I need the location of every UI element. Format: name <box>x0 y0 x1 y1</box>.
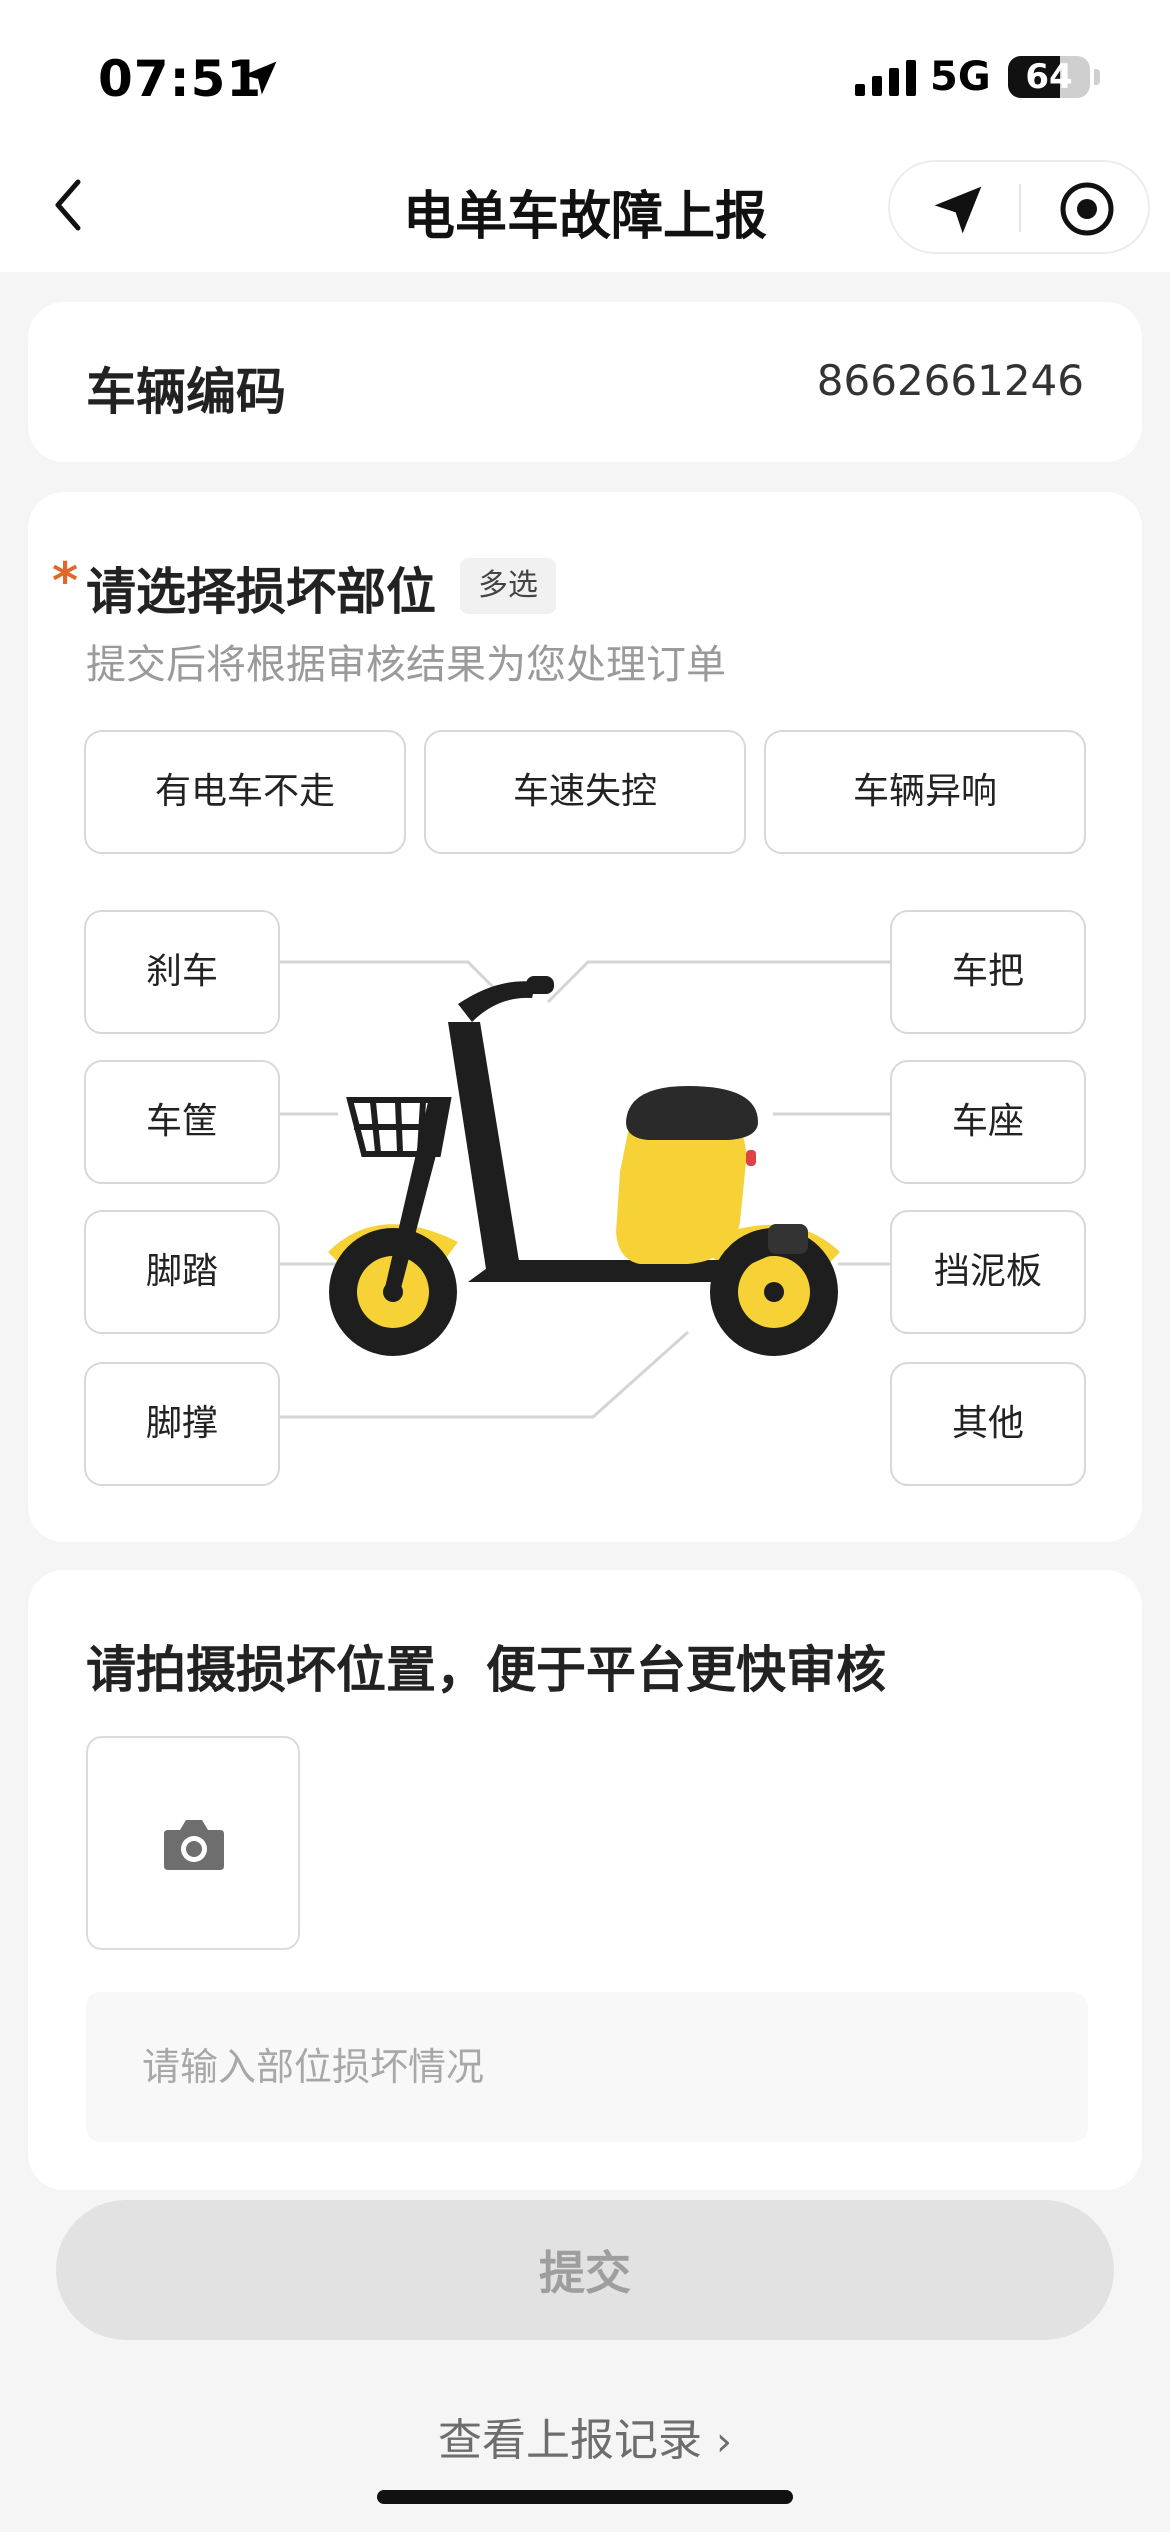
battery-level: 64 <box>1025 57 1073 97</box>
capsule-divider <box>1019 184 1021 232</box>
damage-section-title: 请选择损坏部位 <box>86 563 436 621</box>
vehicle-code-card: 车辆编码 8662661246 <box>28 302 1142 462</box>
photo-upload-button[interactable] <box>86 1736 300 1950</box>
vehicle-code-label: 车辆编码 <box>86 363 286 421</box>
view-records-label: 查看上报记录 <box>438 2415 702 2466</box>
option-speed-out-of-control[interactable]: 车速失控 <box>424 730 746 854</box>
camera-icon <box>164 1820 224 1870</box>
part-handlebar[interactable]: 车把 <box>890 910 1086 1034</box>
part-kickstand[interactable]: 脚撑 <box>84 1362 280 1486</box>
vehicle-code-value: 8662661246 <box>816 356 1084 405</box>
part-other[interactable]: 其他 <box>890 1362 1086 1486</box>
battery-icon: 64 <box>1008 56 1090 98</box>
part-footrest[interactable]: 脚踏 <box>84 1210 280 1334</box>
option-no-movement[interactable]: 有电车不走 <box>84 730 406 854</box>
view-records-link[interactable]: 查看上报记录 › <box>0 2404 1170 2468</box>
scooter-illustration <box>328 976 840 1356</box>
option-abnormal-noise[interactable]: 车辆异响 <box>764 730 1086 854</box>
part-mudguard[interactable]: 挡泥板 <box>890 1210 1086 1334</box>
damage-section-hint: 提交后将根据审核结果为您处理订单 <box>86 642 726 688</box>
home-indicator <box>377 2490 793 2504</box>
navigation-arrow-icon[interactable] <box>930 182 986 238</box>
chevron-right-icon: › <box>716 2419 732 2465</box>
part-seat[interactable]: 车座 <box>890 1060 1086 1184</box>
location-arrow-icon <box>243 61 277 95</box>
target-record-icon[interactable] <box>1058 180 1116 238</box>
part-basket[interactable]: 车筐 <box>84 1060 280 1184</box>
photo-card: 请拍摄损坏位置，便于平台更快审核 <box>28 1570 1142 2190</box>
part-brake[interactable]: 刹车 <box>84 910 280 1034</box>
damage-description-input[interactable] <box>86 1992 1088 2142</box>
mini-program-capsule <box>888 160 1150 254</box>
required-star: * <box>52 552 79 610</box>
signal-bars-icon <box>855 60 916 96</box>
photo-section-title: 请拍摄损坏位置，便于平台更快审核 <box>86 1641 886 1699</box>
battery-nub <box>1094 69 1100 85</box>
multi-select-tag: 多选 <box>460 558 556 614</box>
top-bar: 07:51 5G 64 电单车故障上报 <box>0 0 1170 272</box>
damage-parts-card: * 请选择损坏部位 多选 提交后将根据审核结果为您处理订单 有电车不走 车速失控… <box>28 492 1142 1542</box>
submit-button[interactable]: 提交 <box>56 2200 1114 2340</box>
network-type: 5G <box>930 54 991 100</box>
